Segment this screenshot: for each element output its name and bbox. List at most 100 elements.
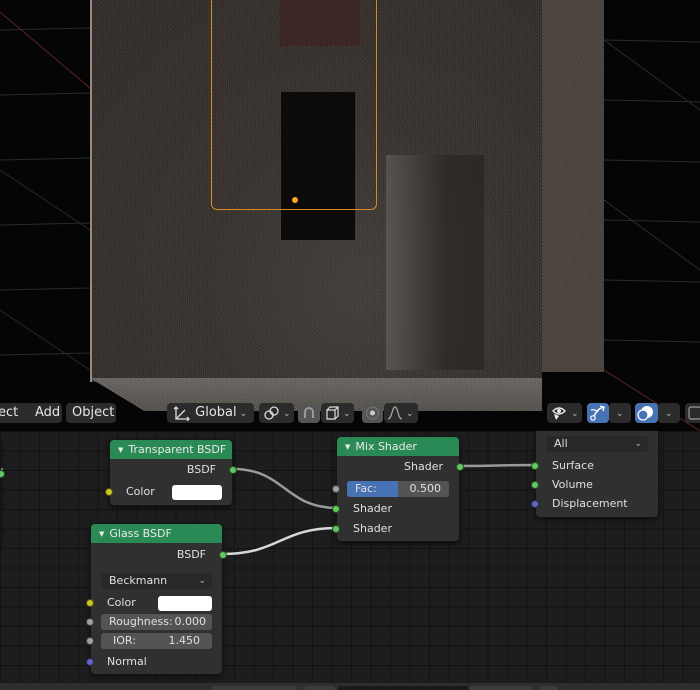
xray-toggle[interactable] bbox=[685, 403, 700, 423]
input-color: Color bbox=[105, 483, 232, 501]
socket-fac-input[interactable] bbox=[332, 485, 340, 493]
menu-object-label: Object bbox=[72, 405, 115, 420]
chevron-down-icon: ⌄ bbox=[283, 409, 291, 419]
input-shader-2: Shader bbox=[332, 520, 459, 538]
socket-shader-output[interactable] bbox=[456, 463, 464, 471]
overlays-dropdown[interactable]: ⌄ bbox=[658, 403, 680, 423]
socket-label: Normal bbox=[107, 655, 147, 668]
socket-label: Shader bbox=[404, 460, 443, 473]
snap-toggle[interactable] bbox=[298, 403, 320, 423]
snap-target-dropdown[interactable]: ⌄ bbox=[321, 403, 354, 423]
socket-shader-input[interactable] bbox=[332, 505, 340, 513]
socket-roughness-input[interactable] bbox=[86, 618, 94, 626]
chevron-down-icon: ⌄ bbox=[406, 409, 414, 419]
3d-viewport[interactable]: ect Add Object Global ⌄ ⌄ ⌄ ⌄ ⌄ ⌄ ⌄ bbox=[0, 0, 700, 431]
room-edge bbox=[90, 0, 92, 382]
menu-object[interactable]: Object bbox=[66, 403, 116, 423]
fac-slider[interactable]: Fac: 0.500 bbox=[347, 481, 449, 497]
chevron-down-icon: ⌄ bbox=[616, 409, 624, 419]
node-title: Transparent BSDF bbox=[128, 443, 227, 456]
field-value: 1.450 bbox=[168, 634, 201, 647]
chevron-down-icon: ⌄ bbox=[239, 409, 248, 419]
socket-label: Shader bbox=[353, 502, 392, 515]
socket-surface-input[interactable] bbox=[531, 462, 539, 470]
node-material-output[interactable]: All ⌄ Surface Volume Displacement bbox=[531, 431, 659, 518]
node-header[interactable]: ▼ Mix Shader bbox=[337, 437, 459, 456]
node-glass-bsdf[interactable]: ▼ Glass BSDF BSDF Beckmann ⌄ Color Roughn… bbox=[86, 523, 227, 675]
proportional-circle-icon bbox=[366, 406, 379, 419]
socket-normal-input[interactable] bbox=[86, 658, 94, 666]
field-value: 0.500 bbox=[409, 482, 442, 495]
footer-field[interactable] bbox=[338, 686, 468, 690]
distribution-value: Beckmann bbox=[109, 574, 168, 587]
socket-label: BSDF bbox=[186, 463, 216, 476]
target-row: All ⌄ bbox=[536, 435, 658, 453]
proportional-edit-toggle[interactable] bbox=[362, 403, 383, 423]
doorway-opening bbox=[386, 155, 484, 370]
socket-label: Displacement bbox=[552, 497, 628, 510]
roughness-field[interactable]: Roughness: 0.000 bbox=[101, 614, 212, 630]
pivot-point-dropdown[interactable]: ⌄ bbox=[259, 403, 294, 423]
input-volume: Volume bbox=[531, 476, 658, 494]
ior-field[interactable]: IOR: 1.450 bbox=[101, 633, 212, 649]
output-target-dropdown[interactable]: All ⌄ bbox=[546, 436, 648, 452]
field-label: IOR: bbox=[113, 634, 136, 647]
socket-shader-input[interactable] bbox=[332, 525, 340, 533]
transform-orientation-dropdown[interactable]: Global ⌄ bbox=[167, 403, 254, 423]
node-offscreen-left[interactable] bbox=[0, 439, 5, 547]
menu-add[interactable]: Add bbox=[29, 403, 62, 423]
footer-widget[interactable] bbox=[212, 686, 297, 690]
field-label: Fac: bbox=[355, 482, 377, 495]
overlays-toggle[interactable] bbox=[635, 403, 658, 423]
link-mix-to-output bbox=[459, 463, 537, 468]
socket-color-input[interactable] bbox=[86, 599, 94, 607]
output-bsdf: BSDF bbox=[91, 546, 227, 564]
socket-color-input[interactable] bbox=[105, 488, 113, 496]
menu-select-label: ect bbox=[0, 405, 19, 420]
gizmo-toggle[interactable] bbox=[587, 403, 609, 423]
node-title: Glass BSDF bbox=[109, 527, 172, 540]
chevron-down-icon: ⌄ bbox=[665, 409, 673, 419]
socket-bsdf-output[interactable] bbox=[229, 466, 237, 474]
socket-ior-input[interactable] bbox=[86, 637, 94, 645]
cube-snap-icon bbox=[326, 405, 339, 420]
socket-label: BSDF bbox=[176, 548, 206, 561]
shader-node-editor[interactable]: ▼ Transparent BSDF BSDF Color ▼ Glass BSDF… bbox=[0, 431, 700, 683]
selected-object-outline[interactable] bbox=[211, 0, 377, 210]
input-displacement: Displacement bbox=[531, 495, 658, 513]
collapse-triangle-icon[interactable]: ▼ bbox=[118, 446, 123, 454]
collapse-triangle-icon[interactable]: ▼ bbox=[345, 443, 350, 451]
collapse-triangle-icon[interactable]: ▼ bbox=[99, 530, 104, 538]
color-swatch[interactable] bbox=[158, 596, 212, 611]
input-ior: IOR: 1.450 bbox=[86, 632, 222, 650]
xray-icon bbox=[688, 405, 700, 420]
node-mix-shader[interactable]: ▼ Mix Shader Shader Fac: 0.500 Shader Sha… bbox=[332, 436, 464, 542]
footer-button[interactable] bbox=[540, 686, 558, 690]
object-origin bbox=[292, 197, 298, 203]
link-glass-to-mix bbox=[221, 526, 338, 556]
link-transparent-to-mix bbox=[232, 467, 338, 510]
socket-label: Shader bbox=[353, 522, 392, 535]
footer-buttons[interactable] bbox=[470, 686, 532, 690]
node-header[interactable]: ▼ Glass BSDF bbox=[91, 524, 222, 543]
selectability-visibility-dropdown[interactable]: ⌄ bbox=[547, 403, 582, 423]
socket-label: Color bbox=[126, 485, 155, 498]
footer-widget[interactable] bbox=[305, 686, 335, 690]
color-swatch[interactable] bbox=[172, 485, 222, 500]
magnet-snap-icon bbox=[304, 406, 314, 418]
gizmo-dropdown[interactable]: ⌄ bbox=[609, 403, 631, 423]
socket-label: Color bbox=[107, 596, 136, 609]
node-header[interactable]: ▼ Transparent BSDF bbox=[110, 440, 232, 459]
gizmo-arrow-icon bbox=[590, 404, 605, 421]
falloff-curve-icon bbox=[387, 405, 403, 420]
node-transparent-bsdf[interactable]: ▼ Transparent BSDF BSDF Color bbox=[105, 439, 237, 506]
proportional-falloff-dropdown[interactable]: ⌄ bbox=[384, 403, 418, 423]
socket-displacement-input[interactable] bbox=[531, 500, 539, 508]
socket-bsdf-output[interactable] bbox=[219, 551, 227, 559]
socket-volume-input[interactable] bbox=[531, 481, 539, 489]
chevron-down-icon: ⌄ bbox=[634, 439, 642, 449]
distribution-dropdown[interactable]: Beckmann ⌄ bbox=[101, 573, 212, 589]
socket-output[interactable] bbox=[0, 470, 5, 478]
field-value: 0.000 bbox=[174, 615, 207, 628]
input-fac: Fac: 0.500 bbox=[332, 480, 459, 498]
